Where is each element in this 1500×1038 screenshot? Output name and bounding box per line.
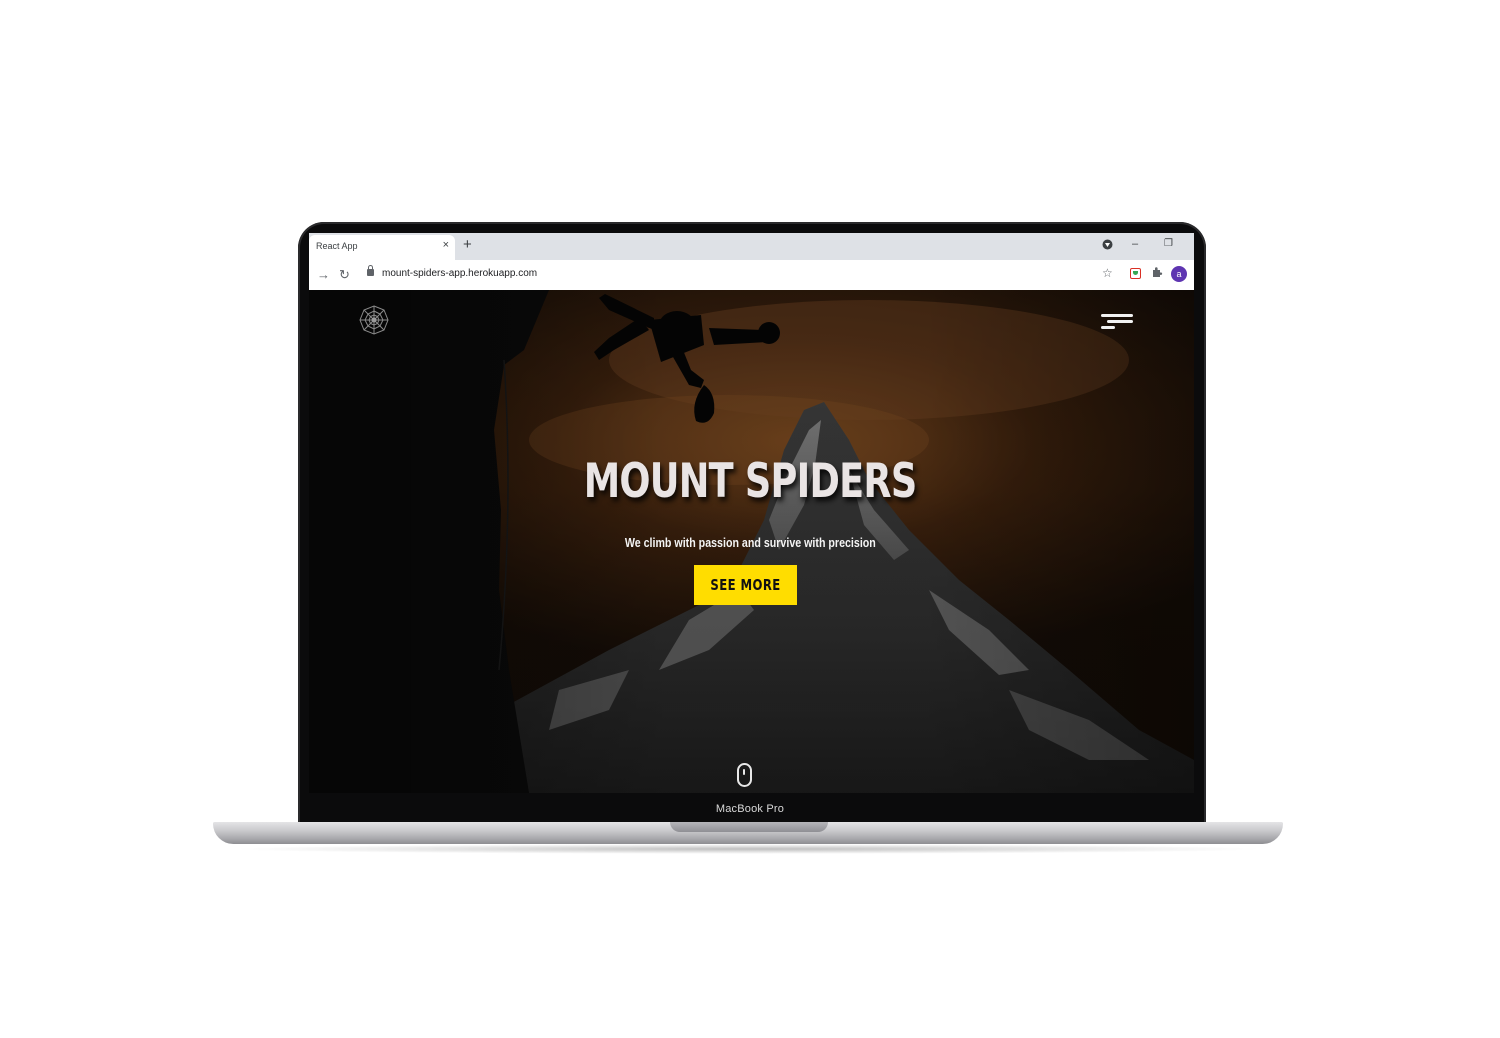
menu-line-icon — [1107, 320, 1133, 323]
lock-icon — [367, 265, 374, 276]
address-bar[interactable]: mount-spiders-app.herokuapp.com — [359, 264, 1119, 285]
laptop-screen: React App × + – ❐ → ↻ mount-spiders-app.… — [309, 233, 1194, 793]
forward-arrow-icon[interactable]: → — [317, 267, 330, 282]
tab-title: React App — [316, 241, 358, 251]
minimize-button[interactable]: – — [1132, 238, 1138, 250]
extensions-puzzle-icon[interactable] — [1151, 266, 1163, 281]
new-tab-button[interactable]: + — [463, 236, 472, 253]
see-more-button[interactable]: SEE MORE — [694, 565, 797, 605]
hero-section: MOUNT SPIDERS We climb with passion and … — [309, 290, 1194, 793]
laptop-opening-notch — [670, 822, 828, 832]
spider-web-logo[interactable] — [359, 305, 389, 335]
laptop-shadow — [230, 844, 1266, 854]
hamburger-menu-icon[interactable] — [1099, 314, 1133, 332]
browser-toolbar: → ↻ mount-spiders-app.herokuapp.com ☆ a — [309, 260, 1194, 291]
scroll-mouse-icon[interactable] — [737, 763, 752, 787]
restore-button[interactable]: ❐ — [1164, 238, 1173, 249]
device-label: MacBook Pro — [715, 803, 785, 815]
hero-tagline: We climb with passion and survive with p… — [624, 535, 876, 550]
browser-tab[interactable]: React App × — [309, 235, 455, 260]
media-control-icon[interactable] — [1102, 239, 1113, 253]
browser-tab-bar: React App × + – ❐ — [309, 233, 1194, 260]
tab-close-icon[interactable]: × — [443, 239, 449, 251]
menu-line-icon — [1101, 326, 1115, 329]
profile-avatar[interactable]: a — [1171, 266, 1187, 282]
bookmark-star-icon[interactable]: ☆ — [1102, 266, 1113, 280]
url-text: mount-spiders-app.herokuapp.com — [382, 268, 538, 279]
hero-title: MOUNT SPIDERS — [583, 454, 918, 509]
menu-line-icon — [1101, 314, 1133, 317]
extension-icon[interactable] — [1130, 268, 1141, 279]
see-more-label: SEE MORE — [710, 576, 781, 594]
reload-icon[interactable]: ↻ — [339, 267, 350, 283]
